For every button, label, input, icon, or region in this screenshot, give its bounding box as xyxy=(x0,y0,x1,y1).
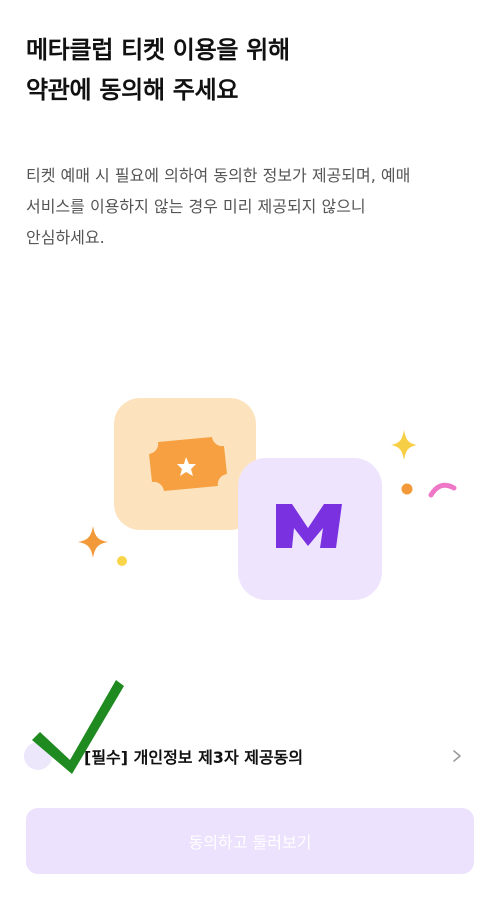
ticket-illustration xyxy=(78,398,457,600)
pink-arc xyxy=(428,482,457,498)
description-line1: 티켓 예매 시 필요에 의하여 동의한 정보가 제공되며, 예매 xyxy=(26,166,411,185)
page-title-line1: 메타클럽 티켓 이용을 위해 xyxy=(26,36,290,64)
ticket-card xyxy=(114,398,256,530)
orange-sparkle-icon xyxy=(78,526,108,558)
consent-row[interactable]: [필수] 개인정보 제3자 제공동의 xyxy=(24,728,474,784)
description-line2: 서비스를 이용하지 않는 경우 미리 제공되지 않으니 xyxy=(26,197,366,216)
yellow-dot xyxy=(117,556,127,566)
consent-checkbox[interactable] xyxy=(24,742,52,770)
yellow-sparkle-icon xyxy=(391,430,417,460)
consent-label: [필수] 개인정보 제3자 제공동의 xyxy=(84,748,304,767)
agree-and-browse-button[interactable]: 동의하고 둘러보기 xyxy=(26,808,474,874)
orange-dot xyxy=(401,483,413,495)
page-title-line2: 약관에 동의해 주세요 xyxy=(26,76,239,104)
metaclub-logo-card xyxy=(238,458,382,600)
chevron-right-icon[interactable] xyxy=(450,749,464,763)
page-title: 메타클럽 티켓 이용을 위해 약관에 동의해 주세요 xyxy=(26,30,466,110)
description: 티켓 예매 시 필요에 의하여 동의한 정보가 제공되며, 예매 서비스를 이용… xyxy=(26,160,476,253)
description-line3: 안심하세요. xyxy=(26,228,105,247)
